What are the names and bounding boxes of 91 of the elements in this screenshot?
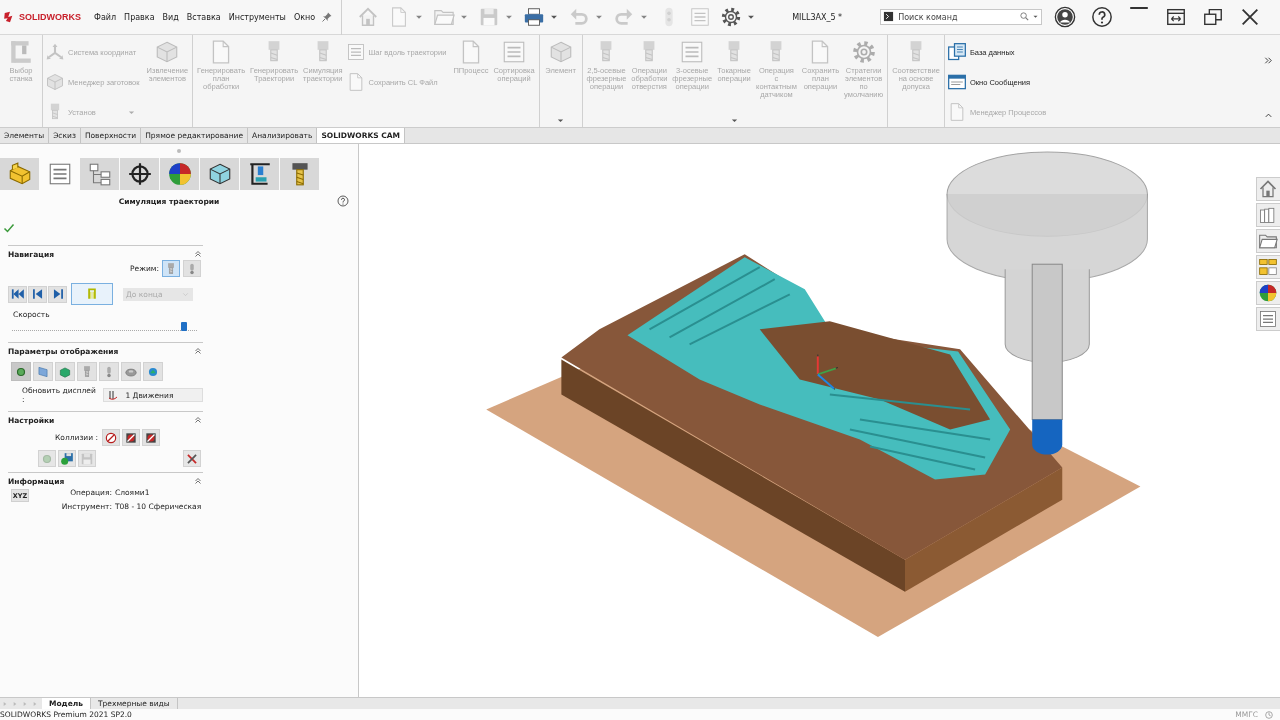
splitter-handle[interactable] (177, 149, 181, 153)
icon-button[interactable] (58, 450, 76, 467)
sphere-icon (1258, 283, 1279, 303)
restore-button[interactable] (1202, 6, 1225, 28)
list-icon (1258, 309, 1279, 329)
menu-item[interactable]: Вид (162, 12, 179, 22)
step-back-icon (30, 287, 45, 301)
home-icon (357, 6, 380, 28)
list-icon (501, 39, 527, 65)
settings-icon (720, 6, 743, 28)
help-icon (1091, 6, 1114, 28)
ribbon-more-button[interactable] (1263, 55, 1274, 66)
cross-icon (185, 451, 199, 466)
bracket-icon (85, 287, 99, 301)
menu-item[interactable]: Окно (293, 12, 316, 22)
group-expand-button[interactable] (730, 116, 740, 125)
caret-icon (730, 116, 740, 125)
icon-button[interactable] (183, 450, 201, 467)
pin-button[interactable] (321, 11, 334, 23)
collapse-button[interactable] (193, 415, 203, 425)
help-icon (337, 195, 349, 207)
motion-icon (107, 389, 120, 401)
account-button[interactable] (1054, 6, 1077, 28)
collapse-button[interactable] (193, 476, 203, 486)
ok-button[interactable] (3, 222, 15, 234)
documents-icon (946, 42, 967, 62)
task-pane-tab[interactable] (1255, 281, 1280, 305)
menu-item[interactable]: Инструменты (228, 12, 286, 22)
more-icon (1263, 55, 1274, 66)
task-pane-tab[interactable] (1255, 255, 1280, 279)
skip-back-icon (10, 287, 25, 301)
collapse-icon (193, 415, 203, 425)
settings-icon (850, 39, 877, 65)
window-icon (946, 72, 967, 92)
icon-button[interactable] (122, 429, 141, 446)
icon-button[interactable] (102, 429, 121, 446)
speed-slider-thumb[interactable] (181, 322, 188, 331)
axes-icon (45, 42, 65, 62)
icon-button[interactable] (48, 285, 67, 303)
printer-icon (523, 6, 546, 28)
cube-icon (58, 364, 72, 379)
crosshair-icon (126, 161, 153, 187)
menu-item[interactable]: Файл (94, 12, 117, 22)
floppy-disk-icon (60, 451, 74, 466)
icon-button[interactable] (8, 285, 27, 303)
sheet-icon (36, 364, 50, 379)
group-expand-button[interactable] (556, 116, 566, 125)
machine-icon (8, 39, 34, 65)
task-pane-tab[interactable] (1255, 203, 1280, 227)
collapse-button[interactable] (193, 346, 203, 356)
caret-icon (1032, 13, 1040, 20)
search-field[interactable]: Поиск команд (880, 9, 1043, 25)
search-icon (1019, 11, 1031, 22)
sync-icon (1264, 709, 1274, 720)
resize-button[interactable] (1165, 6, 1188, 28)
help-button[interactable] (1091, 6, 1114, 28)
list-icon (689, 6, 712, 28)
checkmark-icon (3, 222, 15, 234)
pin-icon (321, 11, 334, 23)
icon-button[interactable] (28, 285, 47, 303)
collapse-icon (193, 346, 203, 356)
collapse-icon (193, 249, 203, 259)
task-pane-tab[interactable] (1255, 177, 1280, 201)
caret-icon (556, 116, 566, 125)
collision-icon (104, 430, 119, 445)
minimize-icon (1128, 6, 1151, 10)
app-logo-text: SOLIDWORKS (19, 12, 81, 22)
panel-tab[interactable] (240, 158, 279, 190)
command-icon (883, 11, 895, 22)
home-icon (1258, 179, 1279, 199)
collapse-button[interactable] (193, 249, 203, 259)
sphere-icon (166, 161, 193, 187)
cube-icon (45, 72, 65, 92)
menu-item[interactable]: Вставка (186, 12, 221, 22)
resize-icon (1165, 6, 1188, 28)
panel-tab[interactable] (160, 158, 199, 190)
icon-button[interactable] (142, 429, 161, 446)
collision-icon (124, 430, 139, 445)
collapse-icon (193, 476, 203, 486)
task-pane-tab[interactable] (1255, 229, 1280, 253)
panel-tab[interactable] (120, 158, 159, 190)
restore-icon (1202, 6, 1225, 28)
collision-icon (144, 430, 159, 445)
layout-icon (1258, 257, 1279, 277)
menu-item[interactable]: Правка (124, 12, 155, 22)
list-icon (345, 42, 366, 62)
task-pane-tab[interactable] (1255, 307, 1280, 331)
panel-tab[interactable] (280, 158, 319, 190)
user-icon (1054, 6, 1077, 28)
document-title: MILL3AX_5 * (792, 12, 844, 22)
panel-tab[interactable] (200, 158, 239, 190)
